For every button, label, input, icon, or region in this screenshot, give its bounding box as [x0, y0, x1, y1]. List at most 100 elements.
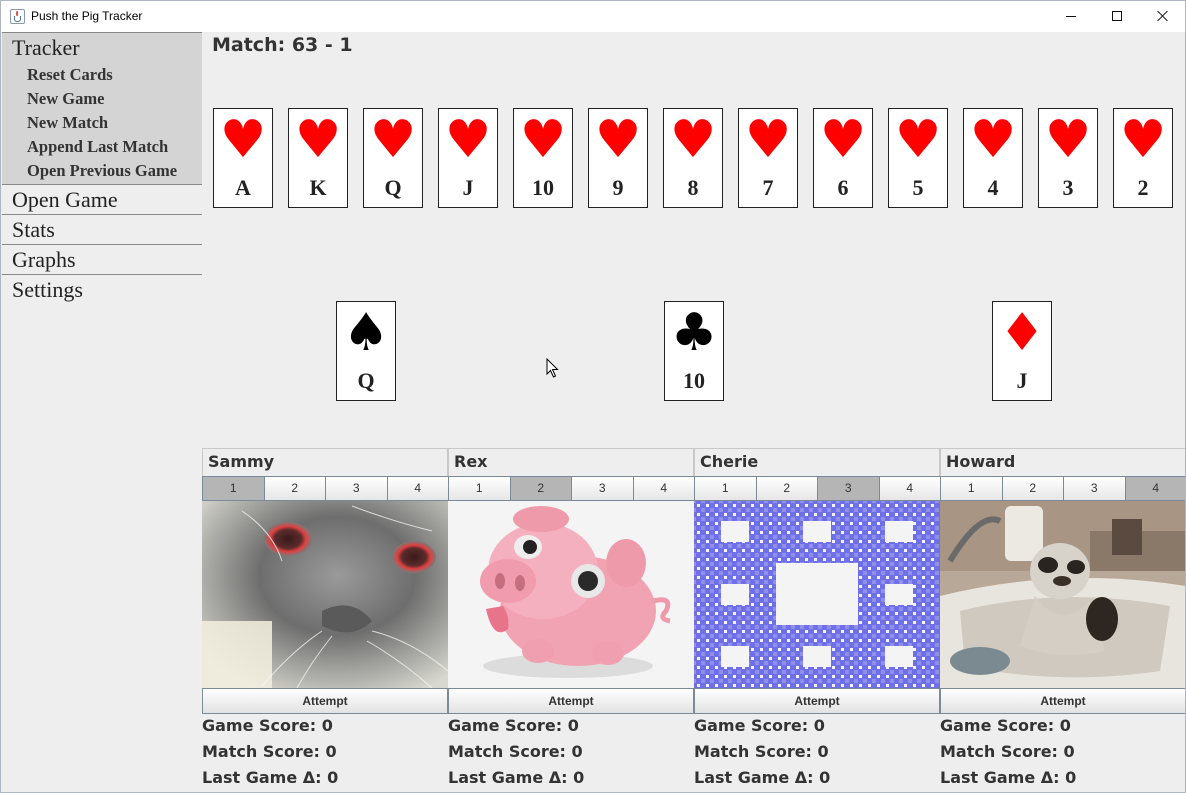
heart-card-9[interactable]: ♥ 9	[588, 108, 648, 208]
card-rank: 2	[1137, 175, 1149, 200]
card-rank: 10	[683, 368, 705, 393]
maximize-button[interactable]	[1094, 1, 1140, 31]
tab-3[interactable]: 3	[571, 476, 634, 501]
nav-settings[interactable]: Settings	[2, 274, 202, 304]
tab-3[interactable]: 3	[817, 476, 880, 501]
tab-4[interactable]: 4	[878, 476, 941, 501]
card-rank: 4	[987, 175, 999, 200]
game-score: Game Score: 0	[940, 716, 1071, 735]
card-rank: 7	[762, 175, 774, 200]
heart-card-a[interactable]: ♥ A	[213, 108, 273, 208]
tab-4[interactable]: 4	[386, 476, 449, 501]
tab-1[interactable]: 1	[448, 476, 511, 501]
heart-card-7[interactable]: ♥ 7	[738, 108, 798, 208]
heart-suit-icon: ♥	[294, 110, 342, 170]
heart-card-5[interactable]: ♥ 5	[888, 108, 948, 208]
heart-card-k[interactable]: ♥ K	[288, 108, 348, 208]
last-game-delta: Last Game Δ: 0	[694, 768, 831, 787]
card-rank: 3	[1062, 175, 1074, 200]
tab-2[interactable]: 2	[509, 476, 572, 501]
card-rank: K	[309, 175, 327, 200]
tab-4[interactable]: 4	[1124, 476, 1185, 501]
tab-2[interactable]: 2	[755, 476, 818, 501]
player-avatar-image	[448, 501, 694, 688]
minimize-button[interactable]	[1048, 1, 1094, 31]
player-avatar-image	[694, 501, 940, 688]
player-tabs: 1 2 3 4	[448, 476, 695, 501]
heart-card-q[interactable]: ♥ Q	[363, 108, 423, 208]
last-game-delta: Last Game Δ: 0	[202, 768, 339, 787]
heart-card-6[interactable]: ♥ 6	[813, 108, 873, 208]
heart-suit-icon: ♥	[1044, 110, 1092, 170]
heart-card-j[interactable]: ♥ J	[438, 108, 498, 208]
heart-suit-icon: ♥	[969, 110, 1017, 170]
attempt-button[interactable]: Attempt	[694, 688, 940, 714]
match-score: Match Score: 0	[448, 742, 583, 761]
player-avatar-image	[940, 501, 1185, 688]
diamond-suit-icon: ♦	[998, 303, 1046, 363]
nav-reset-cards[interactable]: Reset Cards	[2, 63, 202, 87]
player-tabs: 1 2 3 4	[694, 476, 941, 501]
card-rank: 5	[912, 175, 924, 200]
heart-suit-icon: ♥	[819, 110, 867, 170]
nav-tracker[interactable]: Tracker	[2, 33, 202, 63]
heart-suit-icon: ♥	[519, 110, 567, 170]
match-score: Match Score: 0	[202, 742, 337, 761]
nav-new-game[interactable]: New Game	[2, 87, 202, 111]
club-suit-icon: ♣	[670, 303, 718, 363]
app-window: Push the Pig Tracker Tracker Reset Cards…	[0, 0, 1186, 793]
player-name: Howard	[940, 448, 1185, 476]
played-card-clubs[interactable]: ♣ 10	[664, 301, 724, 401]
heart-suit-icon: ♥	[369, 110, 417, 170]
tab-3[interactable]: 3	[1063, 476, 1126, 501]
heart-card-8[interactable]: ♥ 8	[663, 108, 723, 208]
card-rank: 9	[612, 175, 624, 200]
tab-2[interactable]: 2	[1001, 476, 1064, 501]
mouse-cursor-icon	[546, 358, 559, 378]
minimize-icon	[1066, 15, 1076, 17]
attempt-button[interactable]: Attempt	[202, 688, 448, 714]
heart-suit-icon: ♥	[744, 110, 792, 170]
player-name: Rex	[448, 448, 694, 476]
tab-1[interactable]: 1	[940, 476, 1003, 501]
game-score: Game Score: 0	[448, 716, 579, 735]
heart-card-2[interactable]: ♥ 2	[1113, 108, 1173, 208]
card-rank: 10	[532, 175, 554, 200]
attempt-button[interactable]: Attempt	[448, 688, 694, 714]
played-card-diamonds[interactable]: ♦ J	[992, 301, 1052, 401]
tab-3[interactable]: 3	[325, 476, 388, 501]
heart-card-10[interactable]: ♥ 10	[513, 108, 573, 208]
sidebar: Tracker Reset Cards New Game New Match A…	[2, 32, 202, 792]
heart-suit-icon: ♥	[669, 110, 717, 170]
player-tabs: 1 2 3 4	[940, 476, 1185, 501]
last-game-delta: Last Game Δ: 0	[448, 768, 585, 787]
card-rank: J	[1016, 368, 1028, 393]
player-tabs: 1 2 3 4	[202, 476, 449, 501]
heart-card-4[interactable]: ♥ 4	[963, 108, 1023, 208]
heart-card-3[interactable]: ♥ 3	[1038, 108, 1098, 208]
nav-append-last-match[interactable]: Append Last Match	[2, 135, 202, 159]
spade-suit-icon: ♠	[342, 303, 390, 363]
last-game-delta: Last Game Δ: 0	[940, 768, 1077, 787]
card-rank: 8	[687, 175, 699, 200]
nav-new-match[interactable]: New Match	[2, 111, 202, 135]
attempt-button[interactable]: Attempt	[940, 688, 1185, 714]
nav-graphs[interactable]: Graphs	[2, 244, 202, 274]
played-card-spades[interactable]: ♠ Q	[336, 301, 396, 401]
tab-2[interactable]: 2	[263, 476, 326, 501]
heart-suit-icon: ♥	[444, 110, 492, 170]
card-rank: J	[462, 175, 474, 200]
nav-open-game[interactable]: Open Game	[2, 184, 202, 214]
card-rank: Q	[384, 175, 402, 200]
nav-stats[interactable]: Stats	[2, 214, 202, 244]
game-score: Game Score: 0	[202, 716, 333, 735]
player-name: Sammy	[202, 448, 448, 476]
tab-1[interactable]: 1	[694, 476, 757, 501]
close-button[interactable]	[1140, 1, 1185, 31]
java-app-icon	[10, 9, 25, 24]
tab-1[interactable]: 1	[202, 476, 265, 501]
heart-suit-icon: ♥	[219, 110, 267, 170]
nav-open-previous-game[interactable]: Open Previous Game	[2, 159, 202, 183]
tab-4[interactable]: 4	[632, 476, 695, 501]
heart-suit-icon: ♥	[894, 110, 942, 170]
